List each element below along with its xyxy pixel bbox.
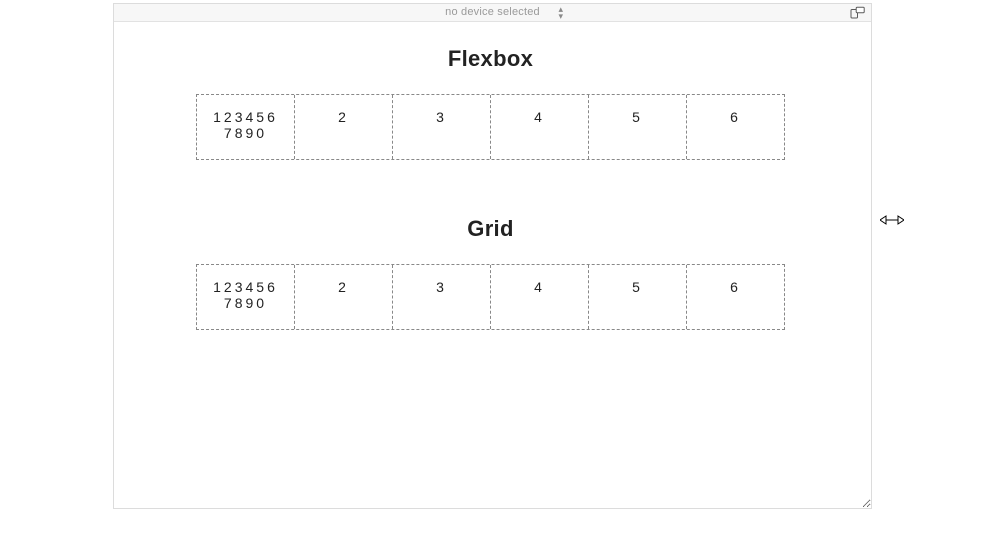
flexbox-heading: Flexbox — [196, 46, 785, 72]
chevron-down-icon: ▾ — [559, 13, 564, 20]
page-content: Flexbox 1234567890 2 3 4 5 6 Grid 123456… — [114, 22, 871, 330]
responsive-preview-pane[interactable]: no device selected ▴ ▾ Flexbox 123456789… — [113, 3, 872, 509]
grid-cell: 4 — [491, 265, 589, 329]
preview-toolbar: no device selected ▴ ▾ — [114, 4, 871, 22]
device-selector-label[interactable]: no device selected — [114, 4, 871, 21]
flex-cell: 6 — [687, 95, 784, 159]
flex-cell: 3 — [393, 95, 491, 159]
grid-heading: Grid — [196, 216, 785, 242]
grid-cell: 6 — [687, 265, 784, 329]
flex-cell: 2 — [295, 95, 393, 159]
rotate-device-icon[interactable] — [850, 6, 865, 19]
resize-horizontal-cursor-icon — [880, 213, 904, 227]
flex-cell: 1234567890 — [197, 95, 295, 159]
flex-cell: 5 — [589, 95, 687, 159]
grid-cell: 3 — [393, 265, 491, 329]
device-selector-stepper[interactable]: ▴ ▾ — [559, 6, 564, 20]
grid-cell: 1234567890 — [197, 265, 295, 329]
grid-row: 1234567890 2 3 4 5 6 — [196, 264, 785, 330]
flex-cell: 4 — [491, 95, 589, 159]
grid-cell: 5 — [589, 265, 687, 329]
grid-cell: 2 — [295, 265, 393, 329]
flexbox-row: 1234567890 2 3 4 5 6 — [196, 94, 785, 160]
